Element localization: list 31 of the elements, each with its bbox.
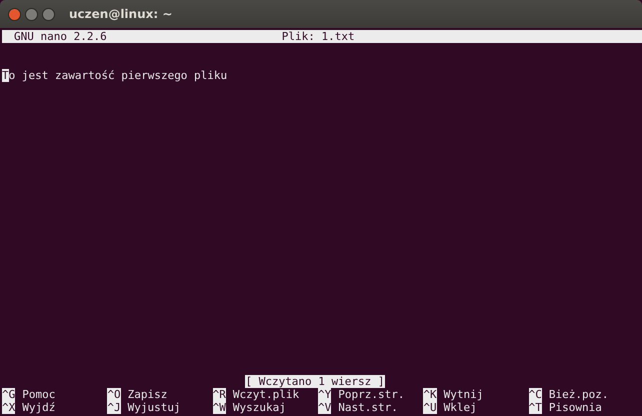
- shortcut-label: Wytnij: [444, 388, 484, 401]
- shortcut-key: ^X: [2, 401, 16, 414]
- shortcut-key: ^O: [107, 388, 121, 401]
- shortcut-label: Poprz.str.: [338, 388, 404, 401]
- shortcut-key: ^Y: [318, 388, 332, 401]
- window-title: uczen@linux: ~: [69, 7, 172, 21]
- shortcut-label: Wyjdź: [22, 401, 56, 414]
- shortcut-label: Wyjustuj: [128, 401, 181, 414]
- shortcut-key: ^K: [423, 388, 437, 401]
- shortcut-key: ^T: [528, 401, 542, 414]
- shortcut-label: Wczyt.plik: [232, 388, 300, 401]
- text-cursor: T: [2, 69, 9, 82]
- file-name: Plik: 1.txt: [282, 30, 355, 43]
- shortcut-key: ^W: [212, 401, 226, 414]
- close-icon[interactable]: [8, 8, 21, 20]
- shortcut-label: Pisownia: [548, 401, 602, 414]
- shortcut-label: Zapisz: [128, 388, 168, 401]
- shortcut-key: ^C: [528, 388, 542, 401]
- shortcut-key: ^U: [423, 401, 437, 414]
- shortcut-label: Pomoc: [22, 388, 56, 401]
- shortcut-label: Wyszukaj: [232, 401, 286, 414]
- program-version: GNU nano 2.2.6: [14, 30, 107, 43]
- shortcut-label: Nast.str.: [338, 401, 398, 414]
- shortcut-label: Bież.poz.: [548, 388, 609, 401]
- shortcut-key: ^R: [212, 388, 226, 401]
- file-content-text: o jest zawartość pierwszego pliku: [8, 69, 228, 82]
- shortcut-label: Wklej: [444, 401, 477, 414]
- shortcut-key: ^G: [2, 388, 16, 401]
- status-message: [ Wczytano 1 wiersz ]: [245, 375, 385, 388]
- shortcut-key: ^J: [107, 401, 121, 414]
- shortcut-key: ^V: [318, 401, 332, 414]
